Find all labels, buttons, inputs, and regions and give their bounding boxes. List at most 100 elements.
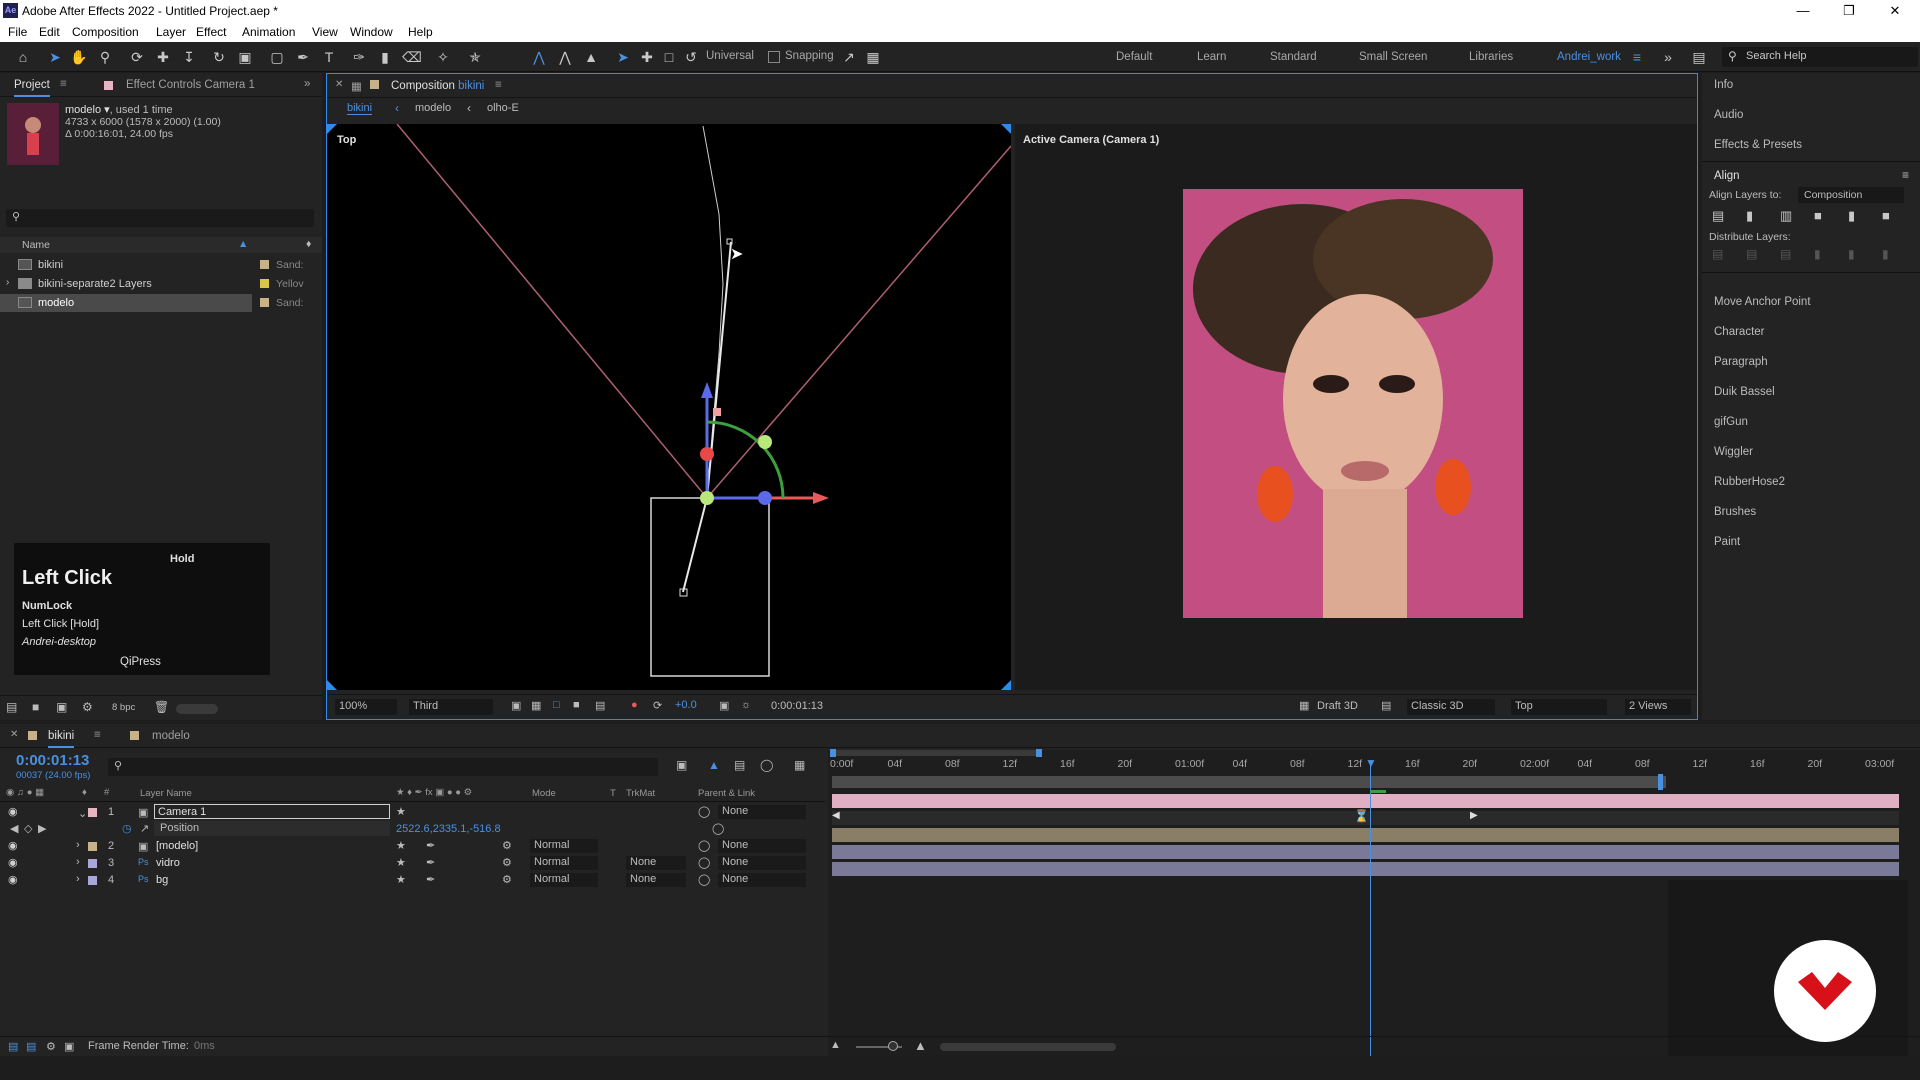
pickwhip-icon[interactable]: ◯ — [712, 822, 724, 835]
new-folder-icon[interactable]: ■ — [32, 700, 39, 714]
prev-keyframe-icon[interactable]: ◀ — [10, 822, 18, 835]
snap-feature-icon[interactable]: ▦ — [864, 48, 882, 66]
resolution-dropdown[interactable]: Third — [409, 699, 493, 715]
tab-effect-controls[interactable]: Effect Controls Camera 1 — [126, 79, 255, 91]
distribute-left-icon[interactable]: ▮ — [1814, 247, 1821, 261]
timeline-tab-bikini[interactable]: bikini — [48, 730, 75, 748]
new-composition-icon[interactable]: ▣ — [56, 700, 67, 714]
visibility-eye-icon[interactable]: ◉ — [8, 873, 18, 886]
roto-brush-tool-icon[interactable]: ✧ — [434, 48, 452, 66]
expand-arrow-icon[interactable]: › — [76, 839, 80, 851]
layer-name[interactable]: Camera 1 — [154, 804, 390, 819]
3d-layer-switch-icon[interactable]: ⚙ — [502, 839, 512, 852]
trash-icon[interactable]: 🗑 — [154, 700, 169, 714]
eraser-tool-icon[interactable]: ⌫ — [402, 48, 422, 66]
toggle-in-out-icon[interactable]: ⚙ — [46, 1040, 56, 1053]
dolly-camera-icon[interactable]: ↧ — [180, 48, 198, 66]
parent-dropdown[interactable]: None — [718, 839, 806, 853]
grid-guides-icon[interactable]: ▤ — [595, 699, 605, 712]
zoom-slider-thumb[interactable] — [888, 1041, 898, 1051]
work-area-end-handle[interactable] — [1658, 774, 1663, 790]
zoom-tool-icon[interactable]: ⚲ — [96, 48, 114, 66]
transparency-grid-icon[interactable]: ▦ — [531, 699, 541, 712]
workspace-andrei-work[interactable]: Andrei_work — [1557, 51, 1621, 63]
expand-arrow-icon[interactable]: ⌄ — [78, 807, 87, 820]
project-menu-icon[interactable]: ≡ — [60, 78, 67, 90]
align-left-icon[interactable]: ▤ — [1712, 208, 1724, 224]
shy-switch-icon[interactable]: ★ — [396, 873, 406, 886]
distribute-vertical-center-icon[interactable]: ▤ — [1746, 247, 1757, 261]
draft-3d-timeline-icon[interactable]: ▲ — [708, 758, 720, 772]
viewer-timecode[interactable]: 0:00:01:13 — [771, 700, 823, 712]
expand-arrow-icon[interactable]: › — [6, 277, 9, 288]
project-search-input[interactable]: ⚲ — [6, 209, 314, 227]
project-item[interactable]: bikini Sand: — [0, 256, 322, 274]
align-horizontal-center-icon[interactable]: ▮ — [1746, 208, 1753, 224]
breadcrumb-bikini[interactable]: bikini — [347, 102, 373, 115]
3d-scale-icon[interactable]: □ — [660, 48, 678, 66]
layer-row-vidro[interactable]: ◉ › 3 Ps vidro ★ ✒ ⚙ Normal None ◯ None — [0, 855, 825, 872]
channel-icon[interactable]: ● — [631, 699, 638, 711]
blend-mode-dropdown[interactable]: Normal — [530, 856, 598, 870]
rotation-tool-icon[interactable]: ↻ — [210, 48, 228, 66]
label-column-icon[interactable]: ♦ — [306, 238, 311, 250]
distribute-top-icon[interactable]: ▤ — [1712, 247, 1723, 261]
menu-view[interactable]: View — [312, 25, 338, 39]
close-tab-icon[interactable]: ✕ — [335, 79, 343, 90]
draft-3d-icon[interactable]: ▦ — [1299, 699, 1309, 712]
move-anchor-point-panel[interactable]: Move Anchor Point — [1714, 296, 1811, 308]
layer-label-swatch[interactable] — [88, 876, 97, 885]
3d-move-icon[interactable]: ✚ — [638, 48, 656, 66]
region-of-interest-icon[interactable]: ■ — [573, 699, 580, 711]
column-name[interactable]: Name — [22, 239, 50, 251]
stopwatch-icon[interactable]: ◷ — [122, 822, 132, 835]
motion-blur-icon[interactable]: ◯ — [760, 758, 773, 772]
audio-panel-tab[interactable]: Audio — [1714, 109, 1743, 121]
color-depth[interactable]: 8 bpc — [112, 702, 135, 713]
orbit-camera-icon[interactable]: ⟳ — [128, 48, 146, 66]
clone-stamp-tool-icon[interactable]: ▮ — [376, 48, 394, 66]
3d-layer-switch-icon[interactable]: ⚙ — [502, 873, 512, 886]
shy-switch-icon[interactable]: ★ — [396, 856, 406, 869]
composition-tab[interactable]: Composition bikini — [391, 80, 484, 92]
menu-effect[interactable]: Effect — [196, 25, 226, 39]
world-axis-icon[interactable]: ⋀ — [556, 48, 574, 66]
menu-layer[interactable]: Layer — [156, 25, 186, 39]
position-value[interactable]: 2522.6,2335.1,-516.8 — [396, 823, 501, 835]
parent-column[interactable]: Parent & Link — [698, 788, 755, 799]
trkmat-dropdown[interactable]: None — [626, 873, 686, 887]
visibility-eye-icon[interactable]: ◉ — [8, 856, 18, 869]
current-time-display[interactable]: 0:00:01:13 — [16, 752, 89, 769]
next-keyframe-icon[interactable]: ▶ — [38, 822, 46, 835]
menu-help[interactable]: Help — [408, 25, 433, 39]
vidro-layer-bar[interactable] — [832, 845, 1899, 859]
snap-extend-icon[interactable]: ↗ — [840, 48, 858, 66]
3d-layer-switch-icon[interactable]: ⚙ — [502, 856, 512, 869]
expand-arrow-icon[interactable]: › — [76, 873, 80, 885]
close-tab-icon[interactable]: ✕ — [10, 729, 18, 740]
graph-editor-icon[interactable]: ▦ — [794, 758, 805, 772]
navigator-end-handle[interactable] — [1036, 749, 1042, 757]
align-right-icon[interactable]: ▥ — [1780, 208, 1792, 224]
toggle-switches-icon[interactable]: ▤ — [8, 1040, 18, 1053]
view-layout-dropdown[interactable]: 2 Views — [1625, 699, 1691, 715]
menu-animation[interactable]: Animation — [242, 25, 295, 39]
trkmat-dropdown[interactable]: None — [626, 856, 686, 870]
layer-name[interactable]: vidro — [156, 857, 180, 869]
render-settings-icon[interactable]: ⚙ — [82, 700, 93, 714]
hand-tool-icon[interactable]: ✋ — [70, 48, 88, 66]
timeline-scrollbar[interactable] — [940, 1043, 1116, 1051]
work-area-bar[interactable] — [832, 776, 1666, 788]
parent-dropdown[interactable]: None — [718, 873, 806, 887]
align-bottom-icon[interactable]: ■ — [1882, 208, 1890, 223]
panel-layout-icon[interactable]: ▤ — [1690, 48, 1708, 66]
menu-window[interactable]: Window — [350, 25, 393, 39]
distribute-right-icon[interactable]: ▮ — [1882, 247, 1889, 261]
home-icon[interactable]: ⌂ — [14, 48, 32, 66]
layer-row-camera[interactable]: ◉ ⌄ 1 ▣ Camera 1 ★ ◯ None — [0, 804, 825, 821]
pickwhip-icon[interactable]: ◯ — [698, 856, 710, 869]
parent-dropdown[interactable]: None — [718, 856, 806, 870]
expand-arrow-icon[interactable]: › — [76, 856, 80, 868]
navigator-start-handle[interactable] — [830, 749, 836, 757]
gifgun-panel[interactable]: gifGun — [1714, 416, 1748, 428]
